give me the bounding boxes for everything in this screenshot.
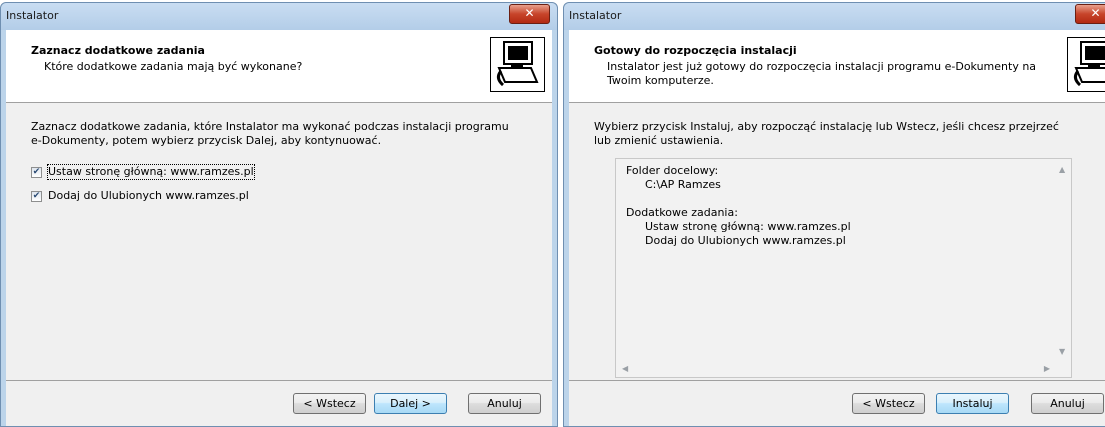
- memo-task-item: Ustaw stronę główną: www.ramzes.pl: [645, 220, 851, 233]
- window-title: Instalator: [6, 9, 59, 22]
- page-title: Zaznacz dodatkowe zadania: [31, 44, 205, 57]
- summary-text: Folder docelowy: C:\AP Ramzes Dodatkowe …: [626, 164, 851, 248]
- cancel-button[interactable]: Anuluj: [468, 393, 541, 414]
- wizard-header: Gotowy do rozpoczęcia instalacji Instala…: [569, 30, 1105, 103]
- install-button[interactable]: Instaluj: [936, 393, 1009, 414]
- wizard-footer: < Wstecz Instaluj Anuluj: [569, 380, 1105, 426]
- instructions-line: Wybierz przycisk Instaluj, aby rozpocząć…: [594, 120, 1059, 133]
- subtitle-line: Twoim komputerze.: [607, 74, 714, 87]
- back-button[interactable]: < Wstecz: [852, 393, 925, 414]
- installer-window-tasks: Instalator ✕ Zaznacz dodatkowe zadania K…: [0, 2, 558, 427]
- window-title: Instalator: [569, 9, 622, 22]
- installer-window-ready: Instalator ✕ Gotowy do rozpoczęcia insta…: [563, 2, 1105, 427]
- memo-folder-label: Folder docelowy:: [626, 164, 719, 177]
- checkbox[interactable]: ✔: [31, 166, 42, 178]
- memo-tasks-label: Dodatkowe zadania:: [626, 206, 738, 219]
- scroll-left-icon[interactable]: ◀: [622, 364, 628, 373]
- subtitle-line: Instalator jest już gotowy do rozpoczęci…: [607, 60, 1037, 73]
- next-button[interactable]: Dalej >: [374, 393, 447, 414]
- task-checkbox-favorites[interactable]: ✔ Dodaj do Ulubionych www.ramzes.pl: [31, 188, 249, 204]
- close-button[interactable]: ✕: [1075, 4, 1105, 24]
- memo-spacer: [626, 192, 851, 206]
- title-bar[interactable]: Instalator ✕: [564, 3, 1105, 30]
- scroll-up-icon[interactable]: ▲: [1059, 165, 1065, 174]
- instructions-line: lub zmienić ustawienia.: [594, 134, 724, 147]
- page-subtitle: Które dodatkowe zadania mają być wykonan…: [44, 60, 303, 73]
- close-button[interactable]: ✕: [509, 4, 550, 24]
- instructions-line: e-Dokumenty, potem wybierz przycisk Dale…: [31, 134, 382, 147]
- installer-computer-icon: [1067, 37, 1105, 92]
- memo-task-item: Dodaj do Ulubionych www.ramzes.pl: [645, 234, 846, 247]
- close-icon: ✕: [524, 6, 535, 20]
- scroll-down-icon[interactable]: ▼: [1059, 347, 1065, 356]
- task-label[interactable]: Ustaw stronę główną: www.ramzes.pl: [47, 164, 255, 180]
- title-bar[interactable]: Instalator ✕: [1, 3, 557, 30]
- scroll-right-icon[interactable]: ▶: [1044, 364, 1050, 373]
- task-label[interactable]: Dodaj do Ulubionych www.ramzes.pl: [48, 189, 249, 203]
- instructions-text: Wybierz przycisk Instaluj, aby rozpocząć…: [594, 120, 1094, 148]
- close-icon: ✕: [1090, 6, 1101, 20]
- wizard-client-area: Zaznacz dodatkowe zadania Które dodatkow…: [6, 30, 552, 426]
- instructions-line: Zaznacz dodatkowe zadania, które Instala…: [31, 120, 509, 133]
- checkbox[interactable]: ✔: [31, 190, 42, 202]
- wizard-header: Zaznacz dodatkowe zadania Które dodatkow…: [6, 30, 552, 103]
- page-subtitle: Instalator jest już gotowy do rozpoczęci…: [607, 60, 1047, 88]
- instructions-text: Zaznacz dodatkowe zadania, które Instala…: [31, 120, 531, 148]
- memo-folder-value: C:\AP Ramzes: [645, 178, 721, 191]
- check-icon: ✔: [32, 190, 41, 201]
- installer-computer-icon: [490, 37, 545, 92]
- summary-memo[interactable]: Folder docelowy: C:\AP Ramzes Dodatkowe …: [615, 158, 1072, 378]
- wizard-footer: < Wstecz Dalej > Anuluj: [6, 380, 552, 426]
- wizard-client-area: Gotowy do rozpoczęcia instalacji Instala…: [569, 30, 1105, 426]
- task-checkbox-homepage[interactable]: ✔ Ustaw stronę główną: www.ramzes.pl: [31, 164, 255, 180]
- page-title: Gotowy do rozpoczęcia instalacji: [594, 44, 797, 57]
- back-button[interactable]: < Wstecz: [293, 393, 366, 414]
- vertical-scrollbar[interactable]: ▲ ▼: [1054, 159, 1071, 360]
- horizontal-scrollbar[interactable]: ◀ ▶: [616, 360, 1054, 377]
- cancel-button[interactable]: Anuluj: [1031, 393, 1104, 414]
- check-icon: ✔: [32, 166, 41, 177]
